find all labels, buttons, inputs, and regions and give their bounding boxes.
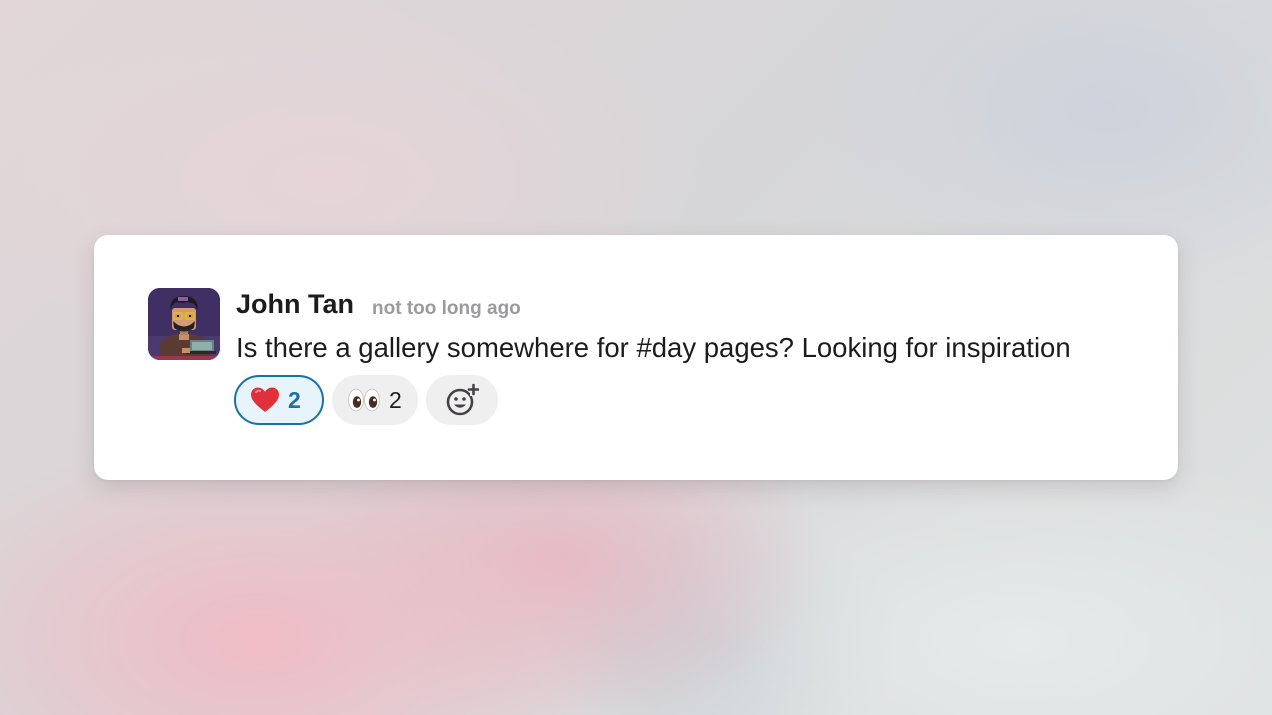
reaction-eyes-button[interactable]: 2	[332, 375, 418, 425]
avatar[interactable]	[148, 288, 220, 360]
message-timestamp[interactable]: not too long ago	[372, 298, 521, 320]
reaction-heart-button[interactable]: 2	[234, 375, 324, 425]
add-reaction-button[interactable]	[426, 375, 498, 425]
reaction-eyes-count: 2	[389, 387, 402, 413]
eyes-emoji-icon	[347, 387, 381, 413]
avatar-image	[148, 288, 220, 360]
message-card: John Tan not too long ago Is there a gal…	[94, 235, 1178, 480]
author-name[interactable]: John Tan	[236, 288, 354, 320]
reaction-heart-count: 2	[288, 387, 301, 413]
message-text: Is there a gallery somewhere for #day pa…	[236, 332, 1071, 363]
heart-emoji-icon	[250, 386, 280, 414]
reactions-bar: 2 2	[234, 375, 498, 425]
add-emoji-icon	[445, 383, 479, 417]
